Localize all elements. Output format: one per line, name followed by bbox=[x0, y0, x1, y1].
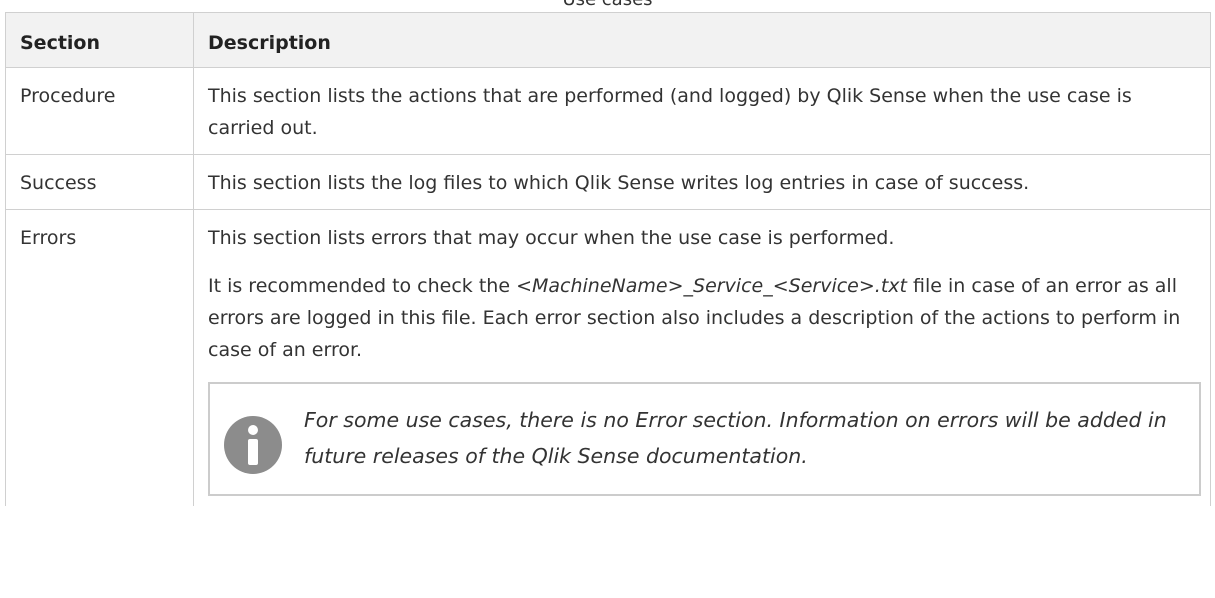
section-cell: Success bbox=[5, 154, 194, 210]
column-header-description: Description bbox=[193, 12, 1211, 68]
use-cases-table: Section Description Procedure This secti… bbox=[5, 12, 1211, 506]
description-cell: This section lists the log files to whic… bbox=[193, 154, 1211, 210]
log-file-name: <MachineName>_Service_<Service>.txt bbox=[516, 275, 907, 297]
description-cell: This section lists the actions that are … bbox=[193, 67, 1211, 155]
recommendation-text-before: It is recommended to check the bbox=[208, 275, 511, 297]
section-cell: Procedure bbox=[5, 67, 194, 155]
table-row: Errors This section lists errors that ma… bbox=[5, 209, 1211, 506]
table-caption: Use cases bbox=[0, 0, 1215, 11]
section-cell: Errors bbox=[5, 209, 194, 506]
note-box: For some use cases, there is no Error se… bbox=[208, 382, 1201, 496]
note-text: For some use cases, there is no Error se… bbox=[304, 408, 1167, 468]
table-row: Success This section lists the log files… bbox=[5, 154, 1211, 210]
column-header-section: Section bbox=[5, 12, 194, 68]
description-cell: This section lists errors that may occur… bbox=[193, 209, 1211, 506]
table-row: Procedure This section lists the actions… bbox=[5, 67, 1211, 155]
table-header-row: Section Description bbox=[5, 12, 1211, 68]
recommendation-paragraph: It is recommended to check the <MachineN… bbox=[208, 270, 1200, 366]
errors-description: This section lists errors that may occur… bbox=[208, 227, 895, 249]
info-icon bbox=[224, 416, 282, 474]
